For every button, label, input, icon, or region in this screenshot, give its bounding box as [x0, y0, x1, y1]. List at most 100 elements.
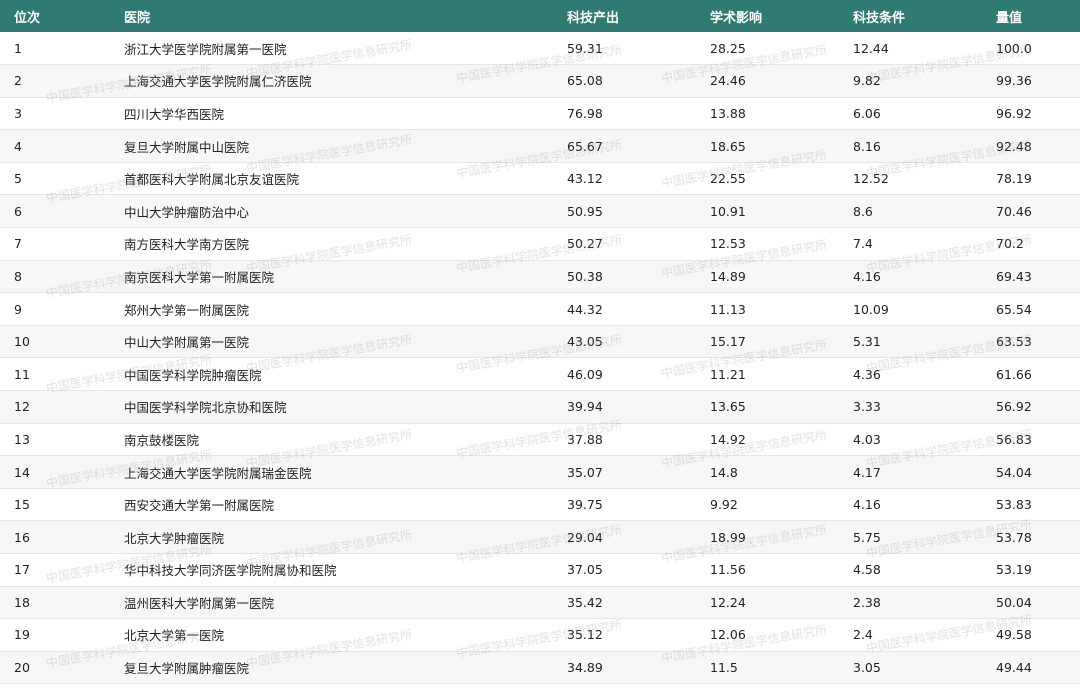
cell-academic-impact: 14.89: [696, 260, 839, 294]
cell-academic-impact: 14.92: [696, 423, 839, 457]
header-rank[interactable]: 位次: [0, 0, 110, 32]
cell-rank: 1: [0, 32, 110, 66]
cell-score: 53.78: [982, 520, 1080, 554]
cell-hospital: 复旦大学附属肿瘤医院: [110, 651, 553, 685]
cell-score: 49.44: [982, 651, 1080, 685]
cell-rank: 14: [0, 455, 110, 489]
cell-tech-output: 39.94: [553, 390, 696, 424]
cell-tech-output: 50.38: [553, 260, 696, 294]
cell-tech-conditions: 4.03: [839, 423, 982, 457]
cell-score: 78.19: [982, 162, 1080, 196]
table-row: 13 南京鼓楼医院 37.88 14.92 4.03 56.83: [0, 423, 1080, 457]
header-tech-output[interactable]: 科技产出: [553, 0, 696, 32]
cell-score: 54.04: [982, 455, 1080, 489]
cell-hospital: 中山大学附属第一医院: [110, 325, 553, 359]
table-row: 12 中国医学科学院北京协和医院 39.94 13.65 3.33 56.92: [0, 390, 1080, 424]
table-row: 14 上海交通大学医学院附属瑞金医院 35.07 14.8 4.17 54.04: [0, 455, 1080, 489]
cell-score: 70.2: [982, 227, 1080, 261]
cell-academic-impact: 24.46: [696, 64, 839, 98]
cell-tech-conditions: 12.52: [839, 162, 982, 196]
cell-score: 65.54: [982, 292, 1080, 326]
table-row: 16 北京大学肿瘤医院 29.04 18.99 5.75 53.78: [0, 520, 1080, 554]
table-row: 15 西安交通大学第一附属医院 39.75 9.92 4.16 53.83: [0, 488, 1080, 522]
cell-academic-impact: 9.92: [696, 488, 839, 522]
cell-academic-impact: 11.56: [696, 553, 839, 587]
ranking-table-container: 位次 医院 科技产出 学术影响 科技条件 量值 1 浙江大学医学院附属第一医院 59…: [0, 0, 1080, 688]
cell-score: 69.43: [982, 260, 1080, 294]
cell-tech-conditions: 9.82: [839, 64, 982, 98]
cell-hospital: 北京大学第一医院: [110, 618, 553, 652]
cell-tech-output: 35.12: [553, 618, 696, 652]
cell-academic-impact: 11.5: [696, 651, 839, 685]
table-row: 17 华中科技大学同济医学院附属协和医院 37.05 11.56 4.58 53.19: [0, 553, 1080, 587]
cell-score: 63.53: [982, 325, 1080, 359]
cell-score: 53.83: [982, 488, 1080, 522]
cell-score: 92.48: [982, 129, 1080, 163]
cell-academic-impact: 12.53: [696, 227, 839, 261]
cell-tech-output: 50.27: [553, 227, 696, 261]
cell-academic-impact: 13.88: [696, 97, 839, 131]
cell-hospital: 南京鼓楼医院: [110, 423, 553, 457]
cell-tech-output: 44.32: [553, 292, 696, 326]
cell-tech-conditions: 4.58: [839, 553, 982, 587]
header-score[interactable]: 量值: [982, 0, 1080, 32]
cell-academic-impact: 14.8: [696, 455, 839, 489]
table-row: 19 北京大学第一医院 35.12 12.06 2.4 49.58: [0, 618, 1080, 652]
cell-rank: 12: [0, 390, 110, 424]
cell-score: 56.83: [982, 423, 1080, 457]
cell-rank: 9: [0, 292, 110, 326]
cell-rank: 20: [0, 651, 110, 685]
cell-tech-output: 65.67: [553, 129, 696, 163]
cell-tech-output: 34.89: [553, 651, 696, 685]
cell-tech-output: 37.88: [553, 423, 696, 457]
header-tech-conditions[interactable]: 科技条件: [839, 0, 982, 32]
cell-tech-conditions: 8.16: [839, 129, 982, 163]
cell-rank: 10: [0, 325, 110, 359]
table-row: 3 四川大学华西医院 76.98 13.88 6.06 96.92: [0, 97, 1080, 131]
cell-tech-conditions: 4.36: [839, 357, 982, 392]
cell-hospital: 中国医学科学院肿瘤医院: [110, 357, 553, 392]
cell-tech-output: 29.04: [553, 520, 696, 554]
cell-tech-output: 43.05: [553, 325, 696, 359]
cell-tech-output: 50.95: [553, 194, 696, 229]
table-row: 11 中国医学科学院肿瘤医院 46.09 11.21 4.36 61.66: [0, 357, 1080, 392]
cell-tech-output: 35.42: [553, 586, 696, 620]
table-row: 18 温州医科大学附属第一医院 35.42 12.24 2.38 50.04: [0, 586, 1080, 620]
cell-score: 49.58: [982, 618, 1080, 652]
cell-tech-conditions: 8.6: [839, 194, 982, 229]
cell-tech-conditions: 12.44: [839, 32, 982, 66]
table-row: 2 上海交通大学医学院附属仁济医院 65.08 24.46 9.82 99.36: [0, 64, 1080, 98]
cell-academic-impact: 22.55: [696, 162, 839, 196]
cell-score: 70.46: [982, 194, 1080, 229]
header-hospital[interactable]: 医院: [110, 0, 553, 32]
cell-academic-impact: 10.91: [696, 194, 839, 229]
cell-hospital: 西安交通大学第一附属医院: [110, 488, 553, 522]
cell-rank: 5: [0, 162, 110, 196]
cell-hospital: 上海交通大学医学院附属仁济医院: [110, 64, 553, 98]
cell-tech-output: 46.09: [553, 357, 696, 392]
cell-score: 50.04: [982, 586, 1080, 620]
cell-academic-impact: 13.65: [696, 390, 839, 424]
cell-tech-conditions: 4.16: [839, 260, 982, 294]
table-row: 5 首都医科大学附属北京友谊医院 43.12 22.55 12.52 78.19: [0, 162, 1080, 196]
cell-tech-output: 65.08: [553, 64, 696, 98]
cell-hospital: 北京大学肿瘤医院: [110, 520, 553, 554]
cell-rank: 13: [0, 423, 110, 457]
cell-tech-conditions: 3.33: [839, 390, 982, 424]
cell-hospital: 上海交通大学医学院附属瑞金医院: [110, 455, 553, 489]
cell-hospital: 中国医学科学院北京协和医院: [110, 390, 553, 424]
cell-tech-output: 59.31: [553, 32, 696, 66]
cell-score: 99.36: [982, 64, 1080, 98]
cell-hospital: 南京医科大学第一附属医院: [110, 260, 553, 294]
cell-academic-impact: 12.06: [696, 618, 839, 652]
cell-score: 96.92: [982, 97, 1080, 131]
header-academic-impact[interactable]: 学术影响: [696, 0, 839, 32]
cell-tech-output: 76.98: [553, 97, 696, 131]
cell-score: 56.92: [982, 390, 1080, 424]
cell-hospital: 中山大学肿瘤防治中心: [110, 194, 553, 229]
cell-rank: 6: [0, 194, 110, 229]
cell-academic-impact: 12.24: [696, 586, 839, 620]
table-row: 1 浙江大学医学院附属第一医院 59.31 28.25 12.44 100.0: [0, 32, 1080, 66]
cell-rank: 4: [0, 129, 110, 163]
cell-rank: 3: [0, 97, 110, 131]
